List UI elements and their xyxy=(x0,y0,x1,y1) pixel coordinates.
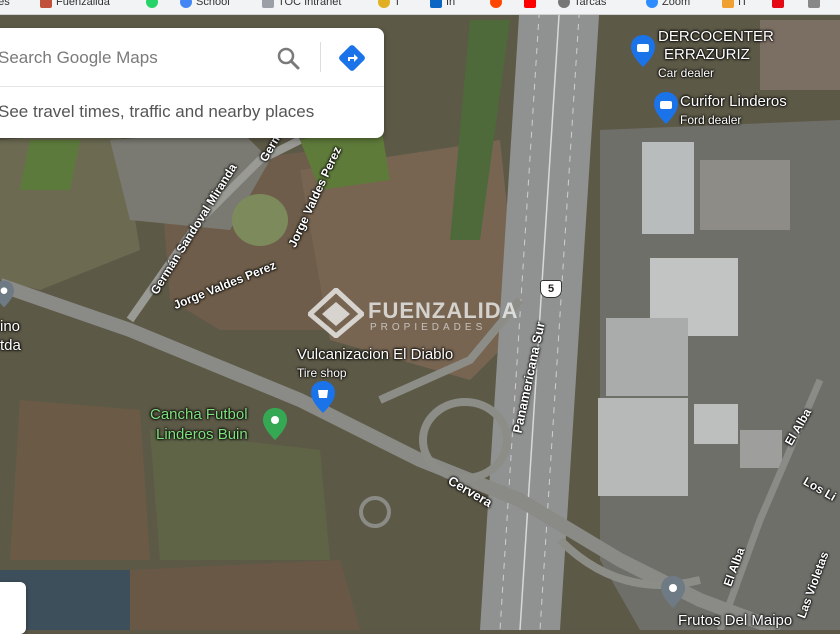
bookmark-item[interactable]: T xyxy=(378,0,401,8)
terrain-field xyxy=(10,400,150,560)
dercocenter-name-line2[interactable]: ERRAZURIZ xyxy=(664,46,750,63)
dercocenter-category: Car dealer xyxy=(658,66,715,80)
left-place-line2[interactable]: tda xyxy=(0,337,21,354)
bookmark-item[interactable] xyxy=(146,0,158,8)
warehouse-roof xyxy=(598,398,688,496)
sports-field xyxy=(20,140,80,190)
tag-favicon xyxy=(722,0,734,8)
bookmark-label: Fuenzalida xyxy=(56,0,110,8)
netflix-icon xyxy=(772,0,784,8)
left-place-line1[interactable]: ino xyxy=(0,318,20,335)
search-hint[interactable]: See travel times, traffic and nearby pla… xyxy=(0,102,314,122)
warehouse-roof xyxy=(642,142,694,234)
terrain-field xyxy=(130,560,360,630)
page-icon xyxy=(262,0,274,8)
bookmarks-bar: nes Fuenzalida School TOC Intranet T In … xyxy=(0,0,840,15)
bookmark-item[interactable] xyxy=(524,0,536,8)
highway-shield: 5 xyxy=(540,280,562,298)
layers-toggle-button[interactable] xyxy=(0,582,26,634)
bookmark-item[interactable] xyxy=(490,0,502,8)
bookmark-label: School xyxy=(196,0,230,8)
bookmark-label: In xyxy=(446,0,456,8)
zoom-favicon xyxy=(646,0,658,8)
search-divider xyxy=(320,42,321,72)
search-icon[interactable] xyxy=(274,44,302,72)
bookmark-label: Zoom xyxy=(662,0,691,8)
bookmark-item[interactable]: Tarcas xyxy=(558,0,606,8)
search-bar xyxy=(0,28,384,87)
bookmark-item[interactable]: Zoom xyxy=(646,0,690,8)
search-input[interactable] xyxy=(0,44,250,72)
tire-shop-pin-icon[interactable] xyxy=(311,381,335,413)
warehouse-roof xyxy=(606,318,688,396)
watermark-subtext: PROPIEDADES xyxy=(370,322,487,333)
car-dealer-pin-icon[interactable] xyxy=(631,35,655,67)
terrain-field xyxy=(150,430,330,560)
bookmark-label: IT xyxy=(738,0,748,8)
bookmark-item[interactable] xyxy=(808,0,820,8)
ford-dealer-pin-icon[interactable] xyxy=(654,92,678,124)
cancha-name-line2[interactable]: Linderos Buin xyxy=(156,426,248,443)
watermark-text: FUENZALIDA xyxy=(368,298,519,323)
bookmark-item[interactable]: In xyxy=(430,0,455,8)
search-panel: See travel times, traffic and nearby pla… xyxy=(0,28,384,138)
bookmark-label: Tarcas xyxy=(574,0,607,8)
frutos-name[interactable]: Frutos Del Maipo xyxy=(678,612,792,629)
vulcanizacion-category: Tire shop xyxy=(297,366,347,380)
warehouse-roof xyxy=(694,404,738,444)
vulcanizacion-name[interactable]: Vulcanizacion El Diablo xyxy=(297,346,453,363)
park-roundabout xyxy=(232,194,288,246)
bookmark-item[interactable]: IT xyxy=(722,0,748,8)
fuenzalida-favicon xyxy=(40,0,52,8)
bookmark-item[interactable]: nes xyxy=(0,0,10,8)
bookmark-label: TOC Intranet xyxy=(278,0,342,8)
youtube-icon xyxy=(524,0,536,8)
parking-lot xyxy=(700,160,790,230)
cancha-name-line1[interactable]: Cancha Futbol xyxy=(150,406,248,423)
warehouse-roof xyxy=(740,430,782,468)
bookmark-item[interactable] xyxy=(772,0,784,8)
bookmark-item[interactable]: School xyxy=(180,0,230,8)
bookmark-item[interactable]: TOC Intranet xyxy=(262,0,341,8)
directions-icon[interactable] xyxy=(337,43,367,73)
bookmark-label: T xyxy=(394,0,401,8)
curifor-category: Ford dealer xyxy=(680,113,742,127)
park-pin-icon[interactable] xyxy=(263,408,287,440)
bookmark-item[interactable]: Fuenzalida xyxy=(40,0,110,8)
fuenzalida-logo xyxy=(308,288,364,338)
reddit-icon xyxy=(490,0,502,8)
place-pin-icon[interactable] xyxy=(661,576,685,608)
bookmark-icon xyxy=(808,0,820,8)
dercocenter-name-line1[interactable]: DERCOCENTER xyxy=(658,28,774,45)
school-favicon xyxy=(180,0,192,8)
gear-favicon xyxy=(558,0,570,8)
whatsapp-icon xyxy=(146,0,158,8)
bookmark-label: nes xyxy=(0,0,10,8)
curifor-name[interactable]: Curifor Linderos xyxy=(680,93,787,110)
linkedin-icon xyxy=(430,0,442,8)
left-place-pin-icon[interactable] xyxy=(0,280,14,308)
marker-favicon xyxy=(378,0,390,8)
